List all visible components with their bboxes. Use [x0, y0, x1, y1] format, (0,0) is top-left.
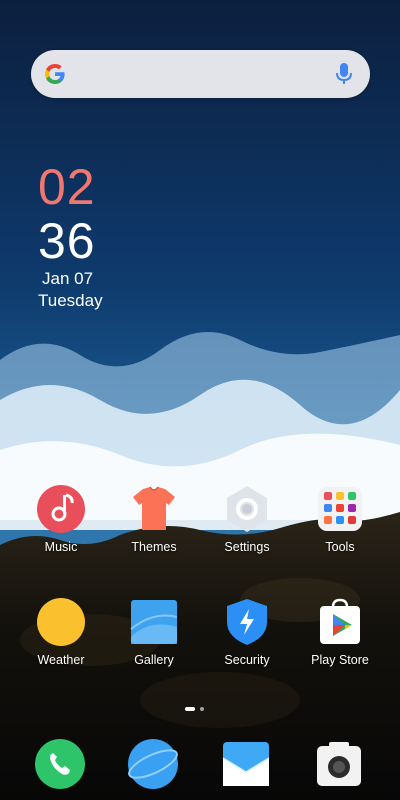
camera-icon — [313, 738, 365, 790]
gear-icon — [222, 484, 272, 534]
page-dot — [200, 707, 204, 711]
dock-mail[interactable] — [198, 738, 294, 790]
clock-day: Tuesday — [38, 291, 103, 310]
phone-icon — [34, 738, 86, 790]
app-music[interactable]: Music — [13, 484, 109, 554]
sun-icon — [36, 597, 86, 647]
shield-icon — [222, 597, 272, 647]
page-dot-active — [185, 707, 195, 711]
microphone-icon[interactable] — [334, 62, 354, 86]
play-store-icon — [315, 597, 365, 647]
browser-icon — [127, 738, 179, 790]
folder-icon — [315, 484, 365, 534]
app-play-store[interactable]: Play Store — [292, 597, 388, 667]
app-label: Settings — [224, 540, 270, 554]
dock-phone[interactable] — [12, 738, 108, 790]
app-settings[interactable]: Settings — [199, 484, 295, 554]
app-label: Weather — [37, 653, 85, 667]
gallery-icon — [129, 597, 179, 647]
dock-camera[interactable] — [291, 738, 387, 790]
app-weather[interactable]: Weather — [13, 597, 109, 667]
app-gallery[interactable]: Gallery — [106, 597, 202, 667]
google-search-bar[interactable] — [31, 50, 370, 98]
app-tools[interactable]: Tools — [292, 484, 388, 554]
page-indicator — [185, 698, 209, 716]
app-label: Music — [44, 540, 78, 554]
tshirt-icon — [129, 484, 179, 534]
clock-hour: 02 — [38, 159, 96, 215]
app-themes[interactable]: Themes — [106, 484, 202, 554]
clock-date: Jan 07 — [42, 269, 94, 288]
app-label: Play Store — [311, 653, 369, 667]
google-g-icon — [45, 64, 65, 84]
mail-icon — [220, 738, 272, 790]
app-label: Tools — [325, 540, 355, 554]
app-label: Themes — [131, 540, 177, 554]
clock-minute: 36 — [38, 213, 96, 269]
clock-widget[interactable]: 02 36 Jan 07 Tuesday — [38, 160, 103, 312]
app-label: Gallery — [134, 653, 174, 667]
app-label: Security — [224, 653, 270, 667]
music-icon — [36, 484, 86, 534]
wallpaper — [0, 0, 400, 800]
dock-browser[interactable] — [105, 738, 201, 790]
app-security[interactable]: Security — [199, 597, 295, 667]
